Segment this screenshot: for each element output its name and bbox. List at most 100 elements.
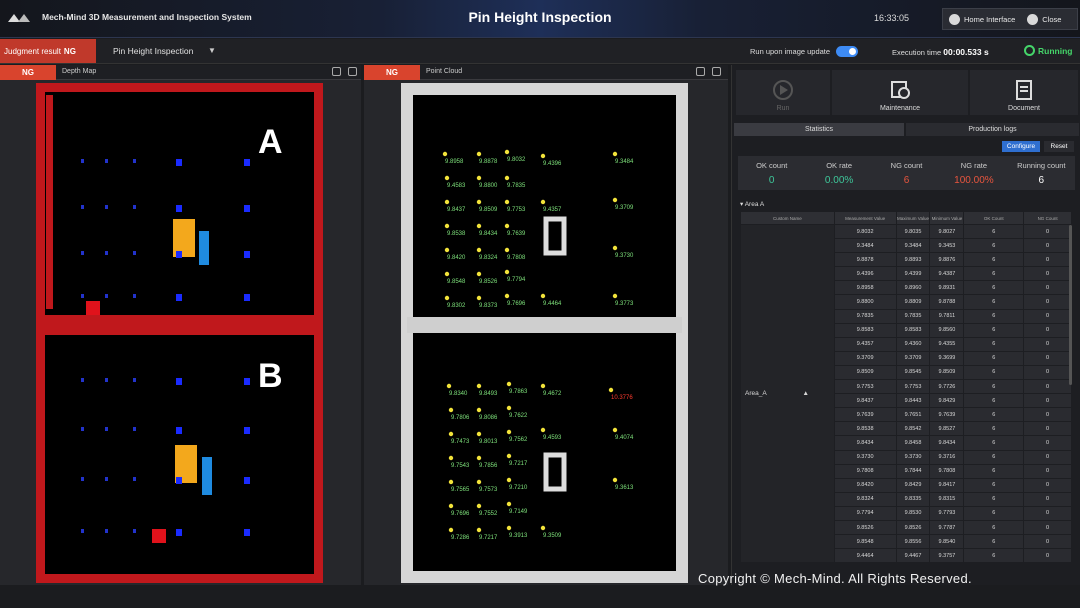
home-button[interactable]: Home Interface bbox=[943, 13, 1021, 25]
table-cell: 6 bbox=[963, 336, 1025, 352]
settings-icon[interactable] bbox=[696, 67, 705, 76]
point-cloud-image: 9.8958 9.8878 9.8032 9.4396 9.3484 9.4583 9.88… bbox=[401, 83, 688, 583]
run-button[interactable]: Run bbox=[736, 70, 830, 115]
document-label: Document bbox=[1008, 105, 1040, 112]
point-cloud-view[interactable]: 9.8958 9.8878 9.8032 9.4396 9.3484 9.4583 9.88… bbox=[401, 83, 688, 583]
judgment-result: Judgment result NG bbox=[0, 39, 96, 63]
pin-point bbox=[506, 453, 512, 459]
pin-point bbox=[612, 197, 618, 203]
pin-point bbox=[476, 199, 482, 205]
pin-height-label: 9.7835 bbox=[507, 183, 526, 189]
depth-pin-dot bbox=[133, 529, 136, 533]
pin-point bbox=[476, 271, 482, 277]
exec-label: Execution time bbox=[892, 48, 942, 57]
pin-point bbox=[476, 431, 482, 437]
table-cell: 6 bbox=[963, 280, 1025, 296]
depth-map-view[interactable]: A B bbox=[31, 78, 328, 588]
close-button[interactable]: Close bbox=[1021, 13, 1067, 25]
table-cell: 6 bbox=[963, 491, 1025, 507]
pin-point bbox=[506, 405, 512, 411]
table-cell: 0 bbox=[1023, 435, 1072, 451]
table-cell: 9.8958 bbox=[833, 280, 897, 296]
table-cell: 6 bbox=[963, 393, 1025, 409]
table-scrollbar[interactable] bbox=[1069, 225, 1072, 385]
table-cell: 0 bbox=[1023, 266, 1072, 282]
table-cell: 9.7787 bbox=[929, 519, 965, 536]
pin-point bbox=[448, 407, 454, 413]
run-upon-update-label: Run upon image update bbox=[750, 47, 831, 56]
table-cell: 9.8324 bbox=[833, 491, 897, 507]
reset-button[interactable]: Reset bbox=[1044, 141, 1074, 152]
caret-down-icon: ▾ bbox=[740, 201, 744, 208]
table-cell: 9.7808 bbox=[833, 463, 897, 479]
table-cell: 9.8526 bbox=[895, 519, 931, 536]
pin-height-label: 9.4583 bbox=[447, 183, 466, 189]
table-cell: 9.4464 bbox=[833, 548, 897, 563]
depth-pin-dot bbox=[244, 205, 250, 212]
project-select[interactable]: Pin Height Inspection bbox=[113, 46, 193, 56]
depth-pin-dot bbox=[176, 251, 182, 258]
table-cell: 9.4467 bbox=[895, 548, 931, 563]
table-cell: 9.7639 bbox=[833, 407, 897, 423]
run-upon-update-toggle[interactable] bbox=[836, 46, 858, 57]
document-button[interactable]: Document bbox=[970, 70, 1078, 115]
maintenance-button[interactable]: Maintenance bbox=[832, 70, 968, 115]
column-header[interactable]: Custom Name bbox=[740, 211, 835, 225]
table-cell: 0 bbox=[1023, 407, 1072, 423]
pin-height-label: 9.4593 bbox=[543, 435, 562, 441]
table-row[interactable]: Area_A ▲ 9.8032 9.8035 9.8027 6 0 bbox=[740, 223, 1072, 563]
column-header[interactable]: Maximum Value bbox=[895, 211, 931, 225]
depth-pin-dot bbox=[244, 427, 250, 434]
table-cell: 9.8538 bbox=[833, 421, 897, 437]
column-header[interactable]: NG Count bbox=[1023, 211, 1072, 225]
table-cell: 0 bbox=[1023, 252, 1072, 268]
area-header[interactable]: ▾ Area A bbox=[740, 200, 764, 208]
column-header[interactable]: OK Count bbox=[963, 211, 1025, 225]
stat-value: 100.00% bbox=[954, 174, 994, 186]
pin-height-label: 9.7565 bbox=[451, 487, 470, 493]
pin-point bbox=[476, 527, 482, 533]
expand-icon[interactable] bbox=[712, 67, 721, 76]
depth-pin-dot bbox=[176, 205, 182, 212]
table-cell: 9.8526 bbox=[833, 519, 897, 536]
pin-point bbox=[444, 199, 450, 205]
judgment-value: NG bbox=[63, 46, 76, 56]
pin-height-label: 9.3730 bbox=[615, 253, 634, 259]
stat-label: NG rate bbox=[960, 160, 988, 170]
table-cell: 9.8960 bbox=[895, 280, 931, 296]
table-cell: 9.8443 bbox=[895, 393, 931, 409]
table-cell: 9.8583 bbox=[833, 322, 897, 338]
caret-down-icon[interactable]: ▼ bbox=[208, 46, 216, 55]
pin-point bbox=[476, 223, 482, 229]
run-label: Run bbox=[776, 105, 790, 112]
column-header[interactable]: Measurement Value bbox=[833, 211, 897, 225]
table-cell: 9.3709 bbox=[895, 350, 931, 366]
table-cell: 0 bbox=[1023, 223, 1072, 240]
settings-icon[interactable] bbox=[332, 67, 341, 76]
table-cell: 0 bbox=[1023, 280, 1072, 296]
pin-height-label: 9.7217 bbox=[479, 535, 498, 541]
column-header[interactable]: Minimum Value bbox=[929, 211, 965, 225]
table-cell: 9.4387 bbox=[929, 266, 965, 282]
expand-icon[interactable] bbox=[348, 67, 357, 76]
pin-height-label: 9.4672 bbox=[543, 391, 562, 397]
tab-production-logs[interactable]: Production logs bbox=[906, 123, 1079, 136]
depth-pin-dot bbox=[81, 529, 84, 533]
statistics-panel: Run Maintenance Document Statistics Prod… bbox=[731, 65, 1080, 585]
depth-panel-header: NG Depth Map bbox=[0, 65, 361, 80]
pin-height-label: 9.7622 bbox=[509, 413, 528, 419]
pin-height-label: 9.8878 bbox=[479, 159, 498, 165]
depth-map-image: A B bbox=[31, 78, 328, 588]
configure-button[interactable]: Configure bbox=[1002, 141, 1040, 152]
pin-point bbox=[504, 149, 510, 155]
table-cell: 9.8027 bbox=[929, 223, 965, 240]
pin-height-label: 9.3773 bbox=[615, 301, 634, 307]
table-cell: 9.8420 bbox=[833, 477, 897, 493]
table-cell: 0 bbox=[1023, 336, 1072, 352]
table-cell: 9.8878 bbox=[833, 252, 897, 268]
table-cell: 9.8542 bbox=[895, 421, 931, 437]
tab-statistics[interactable]: Statistics bbox=[734, 123, 904, 136]
table-cell: 0 bbox=[1023, 238, 1072, 254]
pin-height-label: 9.3484 bbox=[615, 159, 634, 165]
depth-pin-dot bbox=[105, 251, 108, 255]
